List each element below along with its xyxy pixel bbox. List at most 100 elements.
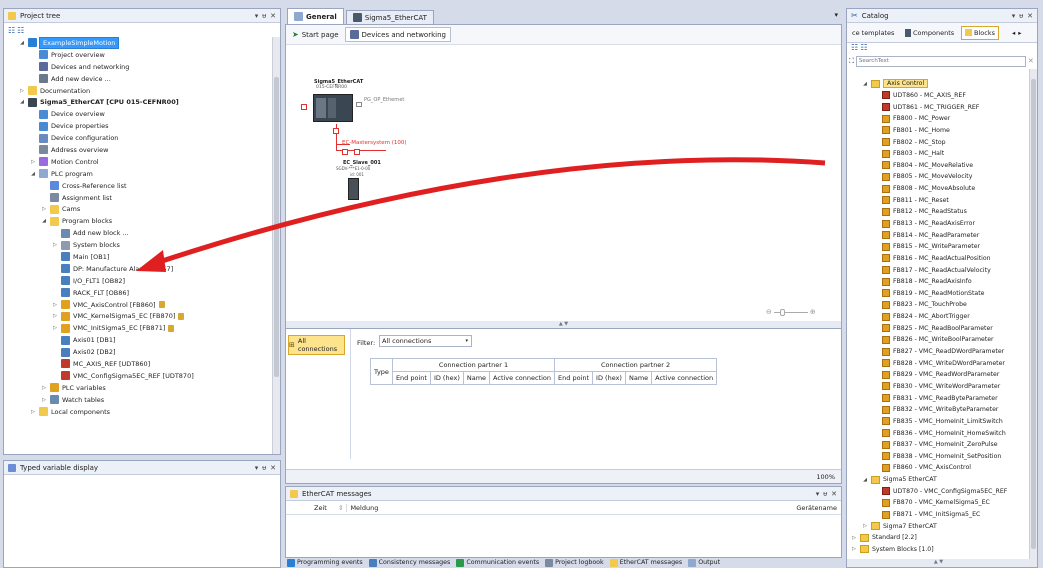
expand-arrow-icon[interactable]: ▷ <box>52 313 58 319</box>
expand-all-icon[interactable]: ☷ <box>8 26 15 35</box>
tree-item[interactable]: ▷ Cams <box>4 203 280 215</box>
catalog-item[interactable]: FB805 - MC_MoveVelocity <box>847 171 1027 183</box>
column-header[interactable]: Name <box>624 371 653 385</box>
tree-item[interactable]: ▷ Motion Control <box>4 156 280 168</box>
pin-icon[interactable]: ᵾ <box>1019 12 1023 20</box>
tree-item[interactable]: ▷ VMC_AxisControl [FB860] <box>4 299 280 311</box>
catalog-item[interactable]: ▷ Standard [2.2] <box>847 532 1027 544</box>
catalog-item[interactable]: FB870 - VMC_KernelSigma5_EC <box>847 497 1027 509</box>
tree-item[interactable]: Assignment list <box>4 192 280 204</box>
tab-templates[interactable]: ce templates <box>849 27 899 39</box>
tree-item[interactable]: DP: Manufacture Alarm [OB57] <box>4 263 280 275</box>
binoculars-icon[interactable]: ⛶ <box>849 57 854 66</box>
column-header[interactable]: Active connection <box>651 371 718 385</box>
expand-arrow-icon[interactable]: ▷ <box>41 206 47 212</box>
zoom-in-icon[interactable]: ⊕ <box>810 308 816 316</box>
catalog-search-input[interactable] <box>855 55 1026 67</box>
bottom-tab[interactable]: Project logbook <box>545 558 604 567</box>
catalog-item[interactable]: FB860 - VMC_AxisControl <box>847 462 1027 474</box>
plc-device[interactable] <box>313 94 353 122</box>
tree-item[interactable]: Cross-Reference list <box>4 180 280 192</box>
catalog-item[interactable]: ◢ Sigma5 EtherCAT <box>847 474 1027 486</box>
tree-item[interactable]: Axis01 [DB1] <box>4 334 280 346</box>
collapse-all-icon[interactable]: ☷ <box>17 26 24 35</box>
catalog-item[interactable]: ◢ Axis Control <box>847 78 1027 90</box>
column-header[interactable]: Name <box>462 371 491 385</box>
tab-general[interactable]: General <box>287 8 344 24</box>
zoom-level[interactable]: 100% <box>816 473 835 481</box>
collapse-arrow-icon[interactable]: ◢ <box>19 40 25 46</box>
tree-item[interactable]: MC_AXIS_REF [UDT860] <box>4 358 280 370</box>
column-message[interactable]: Meldung <box>346 503 378 512</box>
catalog-splitter[interactable]: ▲ ▼ <box>847 559 1030 567</box>
collapse-arrow-icon[interactable]: ◢ <box>862 477 868 483</box>
tree-item[interactable]: Project overview <box>4 49 280 61</box>
tree-item[interactable]: ▷ PLC variables <box>4 382 280 394</box>
tree-item[interactable]: ◢ Sigma5_EtherCAT [CPU 015-CEFNR00] <box>4 96 280 108</box>
catalog-item[interactable]: UDT860 - MC_AXIS_REF <box>847 90 1027 102</box>
zoom-slider[interactable]: ⊖ ⊕ <box>766 308 816 316</box>
subtab-start-page[interactable]: ➤ Start page <box>292 30 339 39</box>
slave-port[interactable] <box>354 149 360 155</box>
catalog-item[interactable]: FB832 - VMC_WriteByteParameter <box>847 404 1027 416</box>
catalog-item[interactable]: FB871 - VMC_InitSigma5_EC <box>847 509 1027 521</box>
catalog-item[interactable]: FB830 - VMC_WriteWordParameter <box>847 381 1027 393</box>
bottom-tab[interactable]: Communication events <box>456 558 539 567</box>
expand-arrow-icon[interactable]: ▷ <box>851 546 857 552</box>
catalog-item[interactable]: FB838 - VMC_HomeInit_SetPosition <box>847 451 1027 463</box>
project-tree-scrollbar[interactable] <box>272 37 280 454</box>
collapse-all-icon[interactable]: ☷ <box>860 43 867 52</box>
catalog-item[interactable]: FB816 - MC_ReadActualPosition <box>847 253 1027 265</box>
catalog-item[interactable]: FB812 - MC_ReadStatus <box>847 206 1027 218</box>
tree-item[interactable]: Devices and networking <box>4 61 280 73</box>
catalog-item[interactable]: ▷ Sigma7 EtherCAT <box>847 520 1027 532</box>
catalog-item[interactable]: FB829 - VMC_ReadWordParameter <box>847 369 1027 381</box>
catalog-item[interactable]: FB803 - MC_Halt <box>847 148 1027 160</box>
panel-menu-icon[interactable]: ▾ <box>255 464 259 472</box>
expand-arrow-icon[interactable]: ▷ <box>30 409 36 415</box>
tab-sigma5-ethercat[interactable]: Sigma5_EtherCAT <box>345 10 434 24</box>
tab-scroll-right-icon[interactable]: ▸ <box>1018 29 1021 37</box>
catalog-item[interactable]: FB802 - MC_Stop <box>847 136 1027 148</box>
tree-item[interactable]: Add new device ... <box>4 73 280 85</box>
close-icon[interactable]: ✕ <box>270 464 276 472</box>
collapse-arrow-icon[interactable]: ◢ <box>862 81 868 87</box>
bottom-tab[interactable]: EtherCAT messages <box>609 558 682 567</box>
tab-scroll-left-icon[interactable]: ◂ <box>1012 29 1015 37</box>
zoom-out-icon[interactable]: ⊖ <box>766 308 772 316</box>
tree-item[interactable]: ▷ Local components <box>4 406 280 418</box>
catalog-item[interactable]: FB826 - MC_WriteBoolParameter <box>847 334 1027 346</box>
catalog-item[interactable]: FB835 - VMC_HomeInit_LimitSwitch <box>847 416 1027 428</box>
tree-item[interactable]: Device overview <box>4 108 280 120</box>
expand-arrow-icon[interactable]: ▷ <box>41 385 47 391</box>
subtab-devices-networking[interactable]: Devices and networking <box>344 27 451 42</box>
tree-item[interactable]: Main [OB1] <box>4 251 280 263</box>
tree-item[interactable]: Address overview <box>4 144 280 156</box>
tree-item[interactable]: Axis02 [DB2] <box>4 346 280 358</box>
tab-blocks[interactable]: Blocks <box>961 25 999 40</box>
all-connections-button[interactable]: ⊞ All connections <box>288 335 345 355</box>
tab-components[interactable]: Components <box>902 27 958 39</box>
catalog-item[interactable]: FB837 - VMC_HomeInit_ZeroPulse <box>847 439 1027 451</box>
tree-item[interactable]: I/O_FLT1 [OB82] <box>4 275 280 287</box>
clear-search-icon[interactable]: ✕ <box>1028 57 1034 65</box>
catalog-item[interactable]: FB813 - MC_ReadAxisError <box>847 218 1027 230</box>
scrollbar-thumb[interactable] <box>274 77 279 377</box>
catalog-item[interactable]: FB804 - MC_MoveRelative <box>847 159 1027 171</box>
catalog-item[interactable]: UDT870 - VMC_ConfigSigma5EC_REF <box>847 485 1027 497</box>
expand-arrow-icon[interactable]: ▷ <box>52 302 58 308</box>
expand-arrow-icon[interactable]: ▷ <box>52 325 58 331</box>
catalog-item[interactable]: FB827 - VMC_ReadDWordParameter <box>847 346 1027 358</box>
column-device[interactable]: Gerätename <box>796 504 837 512</box>
pin-icon[interactable]: ᵾ <box>262 12 266 20</box>
catalog-item[interactable]: FB824 - MC_AbortTrigger <box>847 311 1027 323</box>
panel-menu-icon[interactable]: ▾ <box>1012 12 1016 20</box>
tree-item[interactable]: RACK_FLT [OB86] <box>4 287 280 299</box>
catalog-item[interactable]: FB800 - MC_Power <box>847 113 1027 125</box>
pin-icon[interactable]: ᵾ <box>262 464 266 472</box>
catalog-item[interactable]: FB814 - MC_ReadParameter <box>847 229 1027 241</box>
bottom-tab[interactable]: Consistency messages <box>368 558 450 567</box>
tree-item[interactable]: ▷ Documentation <box>4 85 280 97</box>
tree-item[interactable]: ▷ VMC_KernelSigma5_EC [FB870] <box>4 310 280 322</box>
scrollbar-thumb[interactable] <box>1031 79 1036 549</box>
